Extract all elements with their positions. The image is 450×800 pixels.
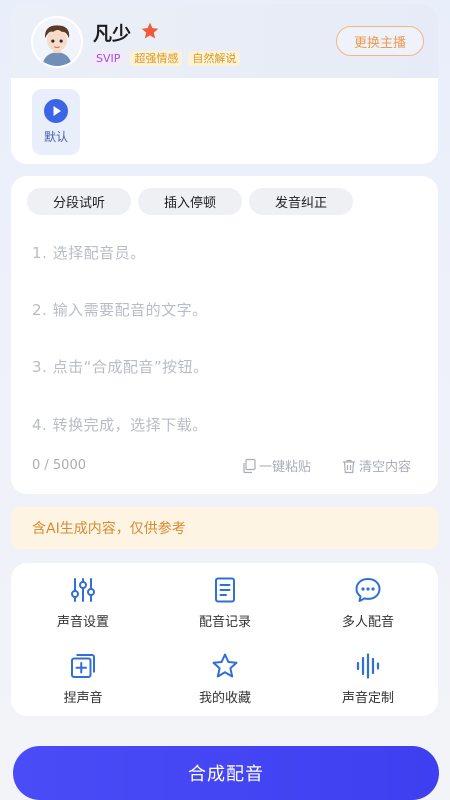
- synthesize-button[interactable]: 合成配音: [13, 746, 439, 800]
- svip-badge: SVIP: [92, 51, 125, 66]
- placeholder-step-4: 4. 转换完成，选择下载。: [32, 416, 208, 434]
- anchor-tags: SVIP 超强情感 自然解说: [92, 51, 241, 66]
- feature-label: 配音记录: [198, 615, 251, 630]
- insert-pause-button[interactable]: 插入停顿: [138, 188, 242, 215]
- placeholder-step-2: 2. 输入需要配音的文字。: [32, 301, 208, 319]
- star-icon: [141, 22, 159, 39]
- voice-settings-button[interactable]: 声音设置: [33, 575, 133, 630]
- anchor-card: 凡少 SVIP 超强情感 自然解说 更换主播 默认: [11, 4, 438, 164]
- feature-label: 声音设置: [56, 615, 109, 630]
- star-outline-icon: [212, 653, 238, 678]
- sliders-icon: [71, 578, 95, 602]
- play-icon: [44, 99, 68, 123]
- feature-label: 我的收藏: [198, 691, 251, 706]
- tag-narration: 自然解说: [188, 51, 241, 66]
- clear-button[interactable]: 清空内容: [341, 456, 411, 475]
- paste-button[interactable]: 一键粘贴: [241, 456, 311, 475]
- style-default-button[interactable]: 默认: [32, 89, 80, 155]
- voice-craft-button[interactable]: 捏声音: [33, 651, 133, 706]
- anchor-name: 凡少: [93, 23, 132, 45]
- document-icon: [215, 577, 235, 603]
- segment-preview-button[interactable]: 分段试听: [27, 188, 131, 215]
- multi-voice-button[interactable]: 多人配音: [318, 575, 418, 630]
- feature-label: 声音定制: [341, 691, 394, 706]
- placeholder-step-1: 1. 选择配音员。: [32, 244, 146, 262]
- pronunciation-fix-button[interactable]: 发音纠正: [249, 188, 353, 215]
- feature-grid: 声音设置 配音记录 多人配音 捏声音 我的收藏 声音定制: [11, 563, 438, 716]
- trash-icon: [343, 459, 355, 473]
- my-favorites-button[interactable]: 我的收藏: [175, 651, 275, 706]
- ai-notice: 含AI生成内容，仅供参考: [11, 507, 438, 549]
- text-editor[interactable]: 分段试听 插入停顿 发音纠正 1. 选择配音员。 2. 输入需要配音的文字。 3…: [11, 176, 438, 494]
- style-label: 默认: [43, 130, 68, 144]
- tag-emotion: 超强情感: [130, 51, 183, 66]
- avatar[interactable]: [31, 16, 83, 68]
- feature-label: 捏声音: [63, 691, 103, 706]
- feature-label: 多人配音: [341, 615, 394, 630]
- copy-icon: [243, 458, 256, 473]
- clear-label: 清空内容: [359, 460, 412, 475]
- char-counter: 0 / 5000: [32, 458, 86, 473]
- placeholder-step-3: 3. 点击“合成配音”按钮。: [32, 358, 209, 376]
- add-square-icon: [71, 654, 95, 678]
- paste-label: 一键粘贴: [259, 460, 312, 475]
- dubbing-records-button[interactable]: 配音记录: [175, 575, 275, 630]
- waveform-icon: [356, 653, 380, 679]
- chat-icon: [355, 578, 381, 602]
- change-anchor-button[interactable]: 更换主播: [336, 26, 424, 56]
- voice-custom-button[interactable]: 声音定制: [318, 651, 418, 706]
